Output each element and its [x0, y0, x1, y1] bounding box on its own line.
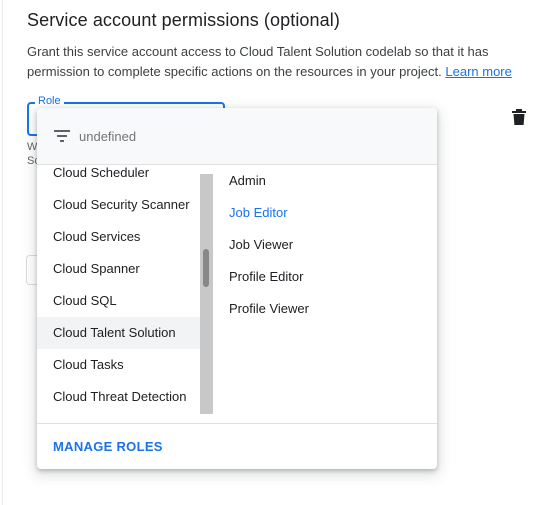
service-item-selected[interactable]: Cloud Talent Solution [37, 317, 200, 349]
section-title: Service account permissions (optional) [27, 10, 340, 30]
service-list: Cloud Scheduler Cloud Security Scanner C… [37, 165, 213, 423]
role-field-label: Role [35, 94, 64, 108]
role-hint-text: W [27, 141, 38, 153]
trash-icon [512, 109, 526, 125]
scrollbar-thumb[interactable] [203, 249, 209, 287]
section-description: Grant this service account access to Clo… [27, 42, 517, 82]
service-item[interactable]: Cloud Threat Detection [37, 381, 200, 413]
service-item[interactable]: Cloud Security Scanner [37, 189, 200, 221]
role-item[interactable]: Profile Editor [213, 261, 437, 293]
service-item[interactable]: Cloud Tasks [37, 349, 200, 381]
service-item[interactable]: Cloud Scheduler [37, 165, 200, 189]
left-border [2, 0, 3, 505]
filter-list-icon [54, 130, 70, 142]
section-description-text: Grant this service account access to Clo… [27, 44, 489, 79]
role-list: Admin Job Editor Job Viewer Profile Edit… [213, 165, 437, 423]
learn-more-link[interactable]: Learn more [445, 64, 511, 79]
service-list-scrollbar[interactable] [200, 174, 213, 414]
service-item[interactable]: Cloud SQL [37, 285, 200, 317]
menu-divider [37, 423, 437, 424]
manage-roles-button[interactable]: MANAGE ROLES [53, 439, 163, 454]
role-item-active[interactable]: Job Editor [213, 197, 437, 229]
filter-bar [37, 108, 437, 165]
role-item[interactable]: Profile Viewer [213, 293, 437, 325]
service-item[interactable]: Cloud Services [37, 221, 200, 253]
service-item[interactable]: Cloud Spanner [37, 253, 200, 285]
role-dropdown-menu: Cloud Scheduler Cloud Security Scanner C… [37, 108, 437, 469]
filter-input[interactable] [79, 126, 419, 146]
delete-role-button[interactable] [508, 106, 530, 128]
role-item[interactable]: Job Viewer [213, 229, 437, 261]
role-item[interactable]: Admin [213, 165, 437, 197]
